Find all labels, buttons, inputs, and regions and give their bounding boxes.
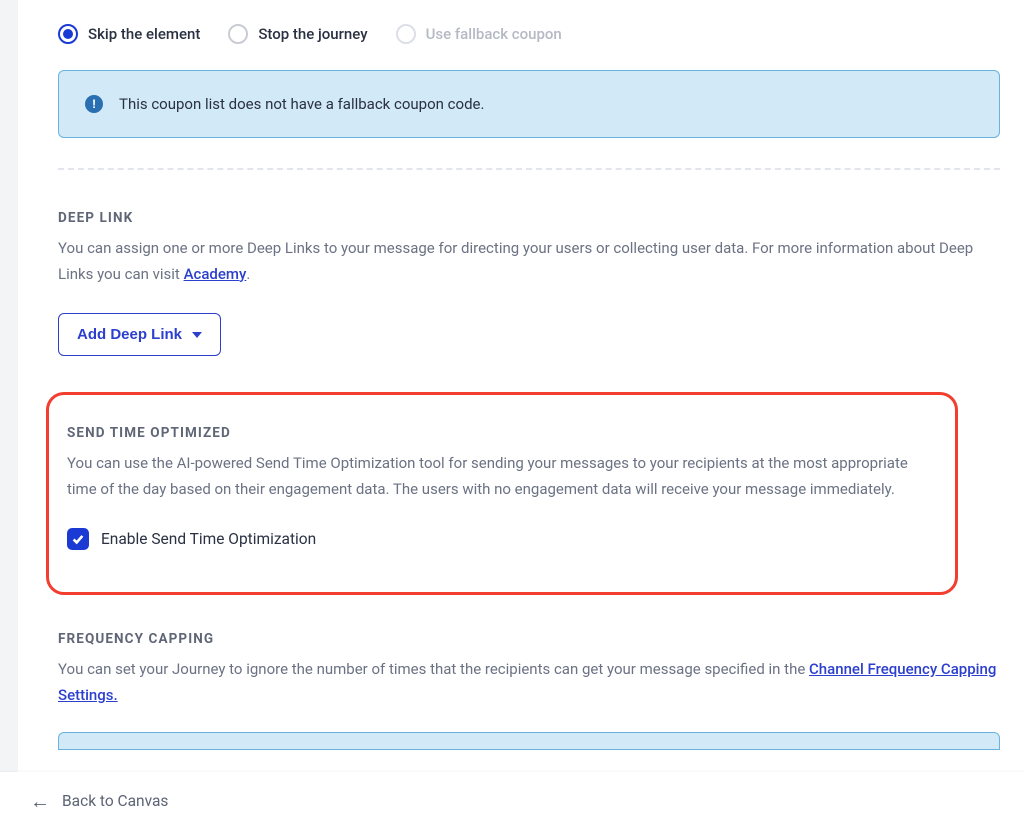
frequency-info-alert (58, 732, 1000, 750)
arrow-left-icon[interactable]: ← (30, 791, 50, 811)
desc-text-after: . (246, 265, 250, 283)
section-title: FREQUENCY CAPPING (58, 631, 1000, 647)
section-description: You can assign one or more Deep Links to… (58, 236, 1000, 287)
section-description: You can set your Journey to ignore the n… (58, 657, 1000, 708)
radio-label: Stop the journey (258, 25, 367, 43)
desc-text: You can set your Journey to ignore the n… (58, 660, 809, 678)
checkbox-label: Enable Send Time Optimization (101, 530, 316, 548)
back-to-canvas-link[interactable]: Back to Canvas (62, 792, 168, 810)
info-icon: ! (85, 95, 103, 113)
alert-text: This coupon list does not have a fallbac… (119, 95, 484, 113)
check-icon (71, 532, 85, 546)
radio-indicator (228, 24, 248, 44)
academy-link[interactable]: Academy (184, 265, 247, 283)
section-deep-link: DEEP LINK You can assign one or more Dee… (58, 170, 1000, 356)
left-gutter (0, 0, 18, 772)
section-title: SEND TIME OPTIMIZED (67, 425, 937, 441)
button-label: Add Deep Link (77, 326, 182, 343)
add-deep-link-button[interactable]: Add Deep Link (58, 313, 221, 356)
checkbox-indicator (67, 528, 89, 550)
radio-indicator (396, 24, 416, 44)
coupon-fallback-radio-group: Skip the element Stop the journey Use fa… (58, 0, 1000, 70)
radio-label: Use fallback coupon (426, 25, 562, 43)
main-panel: Skip the element Stop the journey Use fa… (18, 0, 1024, 772)
fallback-info-alert: ! This coupon list does not have a fallb… (58, 70, 1000, 138)
chevron-down-icon (192, 332, 202, 338)
radio-use-fallback: Use fallback coupon (396, 24, 562, 44)
send-time-highlight: SEND TIME OPTIMIZED You can use the AI-p… (46, 392, 958, 595)
footer-bar: ← Back to Canvas (0, 772, 1024, 829)
radio-indicator (58, 24, 78, 44)
enable-send-time-checkbox[interactable]: Enable Send Time Optimization (67, 528, 937, 550)
radio-label: Skip the element (88, 25, 200, 43)
section-frequency-capping: FREQUENCY CAPPING You can set your Journ… (58, 595, 1000, 750)
radio-skip-element[interactable]: Skip the element (58, 24, 200, 44)
section-title: DEEP LINK (58, 210, 1000, 226)
section-description: You can use the AI-powered Send Time Opt… (67, 451, 937, 502)
radio-stop-journey[interactable]: Stop the journey (228, 24, 367, 44)
